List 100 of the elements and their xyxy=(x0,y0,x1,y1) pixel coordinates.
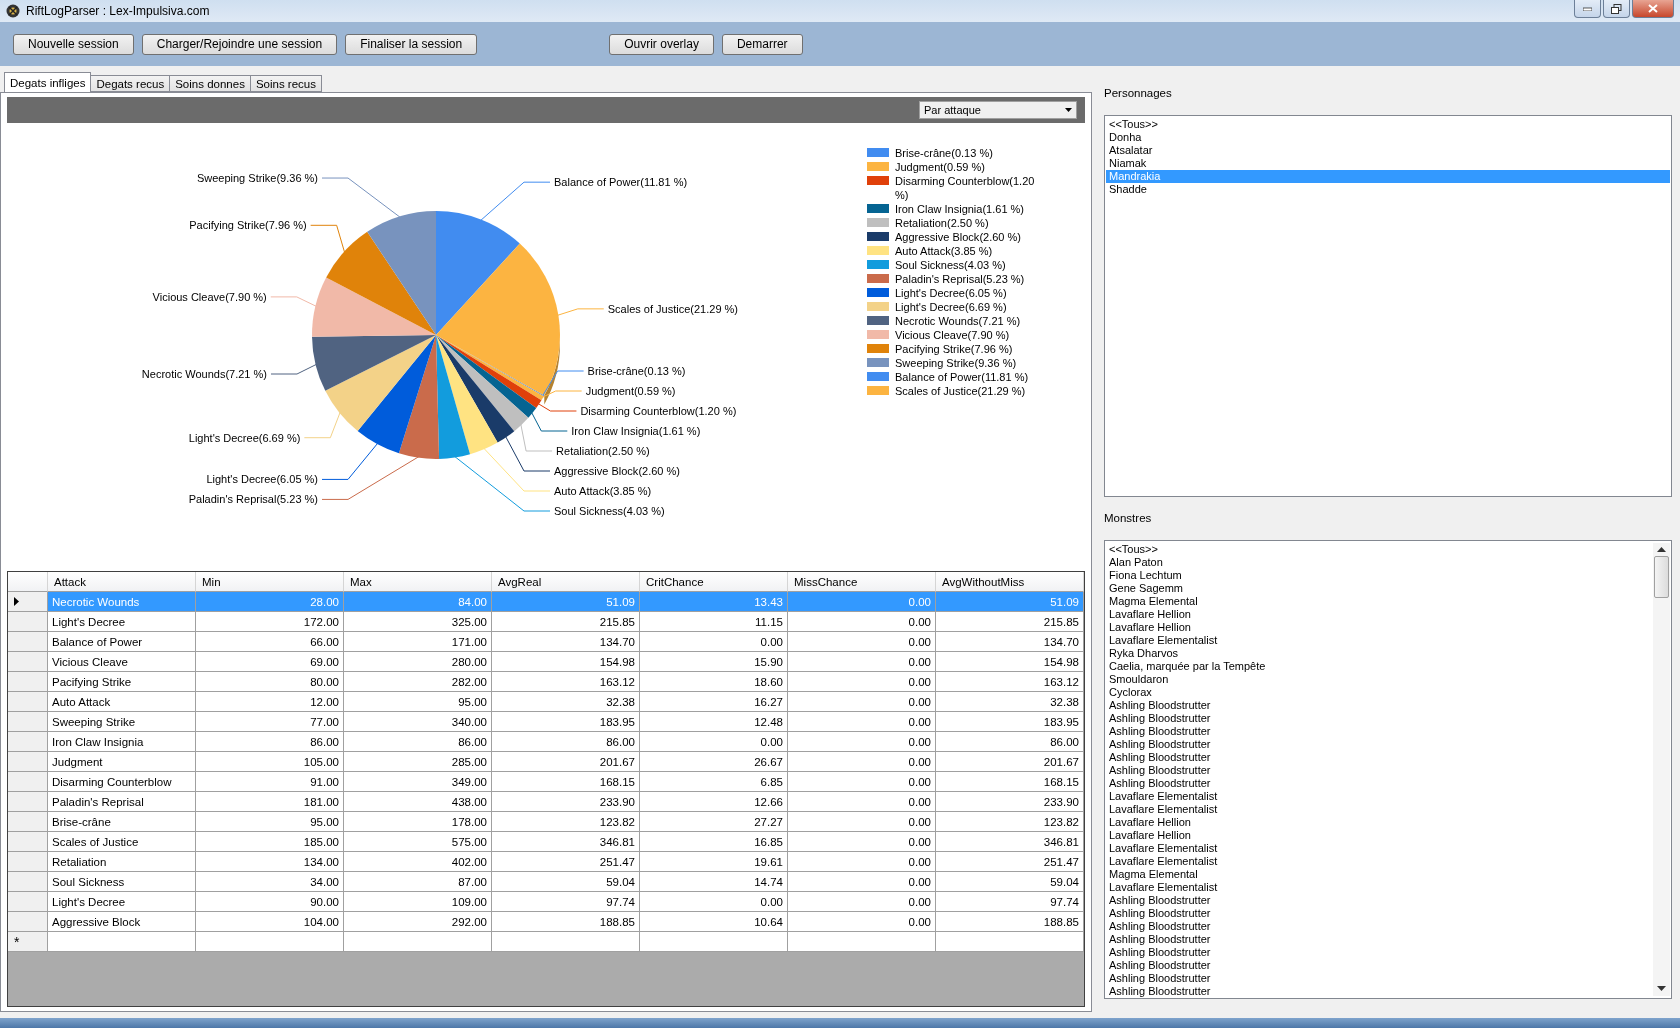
table-cell: 32.38 xyxy=(492,692,640,712)
table-cell: 84.00 xyxy=(344,592,492,612)
slice-label: Judgment(0.59 %) xyxy=(585,385,676,397)
table-cell: Aggressive Block xyxy=(48,912,196,932)
table-cell: 215.85 xyxy=(936,612,1084,632)
table-cell: 163.12 xyxy=(492,672,640,692)
table-cell: Judgment xyxy=(48,752,196,772)
table-cell: 134.70 xyxy=(492,632,640,652)
slice-label: Aggressive Block(2.60 %) xyxy=(554,465,680,477)
legend-label: Light's Decree(6.69 %) xyxy=(895,300,1008,314)
table-cell: 154.98 xyxy=(936,652,1084,672)
table-cell: 69.00 xyxy=(196,652,344,672)
table-cell: 340.00 xyxy=(344,712,492,732)
table-cell: 105.00 xyxy=(196,752,344,772)
table-cell: Scales of Justice xyxy=(48,832,196,852)
table-cell: 86.00 xyxy=(936,732,1084,752)
table-cell: 0.00 xyxy=(788,712,936,732)
table-cell: 32.38 xyxy=(936,692,1084,712)
table-cell: 0.00 xyxy=(788,912,936,932)
slice-label: Soul Sickness(4.03 %) xyxy=(554,505,665,517)
table-cell: 171.00 xyxy=(344,632,492,652)
table-cell: 13.43 xyxy=(640,592,788,612)
slice-label: Iron Claw Insignia(1.61 %) xyxy=(571,425,701,437)
table-cell: 104.00 xyxy=(196,912,344,932)
legend-label: Balance of Power(11.81 %) xyxy=(895,370,1030,384)
table-cell: 51.09 xyxy=(492,592,640,612)
legend-label: Light's Decree(6.05 %) xyxy=(895,286,1008,300)
table-cell: 26.67 xyxy=(640,752,788,772)
slice-label: Auto Attack(3.85 %) xyxy=(554,485,652,497)
table-cell: 123.82 xyxy=(936,812,1084,832)
table-cell: 0.00 xyxy=(640,632,788,652)
new-row-marker: * xyxy=(14,933,20,950)
table-cell: 163.12 xyxy=(936,672,1084,692)
table-cell: 0.00 xyxy=(788,832,936,852)
legend-label: Judgment(0.59 %) xyxy=(895,160,986,174)
table-cell: 27.27 xyxy=(640,812,788,832)
table-cell: 0.00 xyxy=(788,872,936,892)
table-cell: 59.04 xyxy=(492,872,640,892)
table-cell: 346.81 xyxy=(936,832,1084,852)
legend-label: Necrotic Wounds(7.21 %) xyxy=(895,314,1022,328)
table-cell: 438.00 xyxy=(344,792,492,812)
table-cell: Balance of Power xyxy=(48,632,196,652)
table-cell: 280.00 xyxy=(344,652,492,672)
table-cell: 349.00 xyxy=(344,772,492,792)
slice-label: Disarming Counterblow(1.20 %) xyxy=(580,405,737,417)
table-cell: 87.00 xyxy=(344,872,492,892)
table-cell: Necrotic Wounds xyxy=(48,592,196,612)
table-cell: Iron Claw Insignia xyxy=(48,732,196,752)
table-cell: 0.00 xyxy=(640,732,788,752)
group-title: Monstres xyxy=(1104,511,1153,526)
table-cell: Soul Sickness xyxy=(48,872,196,892)
slice-label: Light's Decree(6.69 %) xyxy=(188,431,301,444)
legend-label: Brise-crâne(0.13 %) xyxy=(895,146,994,160)
table-cell: Vicious Cleave xyxy=(48,652,196,672)
table-cell: Light's Decree xyxy=(48,612,196,632)
table-cell: 154.98 xyxy=(492,652,640,672)
table-cell: 95.00 xyxy=(196,812,344,832)
table-cell: 123.82 xyxy=(492,812,640,832)
table-cell: 51.09 xyxy=(936,592,1084,612)
table-cell: 0.00 xyxy=(788,812,936,832)
table-cell: 12.00 xyxy=(196,692,344,712)
table-cell: Auto Attack xyxy=(48,692,196,712)
table-cell: 292.00 xyxy=(344,912,492,932)
table-cell: 251.47 xyxy=(936,852,1084,872)
legend-label: Aggressive Block(2.60 %) xyxy=(895,230,1022,244)
table-cell: Brise-crâne xyxy=(48,812,196,832)
table-cell: 6.85 xyxy=(640,772,788,792)
table-cell: 201.67 xyxy=(492,752,640,772)
table-cell: Retaliation xyxy=(48,852,196,872)
table-cell: 86.00 xyxy=(344,732,492,752)
table-cell: 109.00 xyxy=(344,892,492,912)
legend-label: Disarming Counterblow(1.20 %) xyxy=(895,174,1036,202)
table-cell: 233.90 xyxy=(936,792,1084,812)
table-cell: 77.00 xyxy=(196,712,344,732)
table-cell: 346.81 xyxy=(492,832,640,852)
table-cell: 95.00 xyxy=(344,692,492,712)
table-cell: 0.00 xyxy=(788,792,936,812)
slice-label: Necrotic Wounds(7.21 %) xyxy=(141,368,267,380)
table-cell: 11.15 xyxy=(640,612,788,632)
table-cell: Sweeping Strike xyxy=(48,712,196,732)
legend-label: Vicious Cleave(7.90 %) xyxy=(895,328,1011,342)
table-cell: 233.90 xyxy=(492,792,640,812)
slice-label: Scales of Justice(21.29 %) xyxy=(607,302,739,315)
table-cell: 97.74 xyxy=(936,892,1084,912)
table-cell: 172.00 xyxy=(196,612,344,632)
table-cell: 0.00 xyxy=(788,772,936,792)
table-cell: 12.66 xyxy=(640,792,788,812)
table-cell: 0.00 xyxy=(788,752,936,772)
table-cell: 34.00 xyxy=(196,872,344,892)
window-title: RiftLogParser : Lex-Impulsiva.com xyxy=(26,4,211,18)
table-cell: 14.74 xyxy=(640,872,788,892)
table-cell: 91.00 xyxy=(196,772,344,792)
table-cell: 325.00 xyxy=(344,612,492,632)
table-cell: 80.00 xyxy=(196,672,344,692)
table-cell: 575.00 xyxy=(344,832,492,852)
legend-label: Scales of Justice(21.29 %) xyxy=(895,384,1027,398)
legend-label: Pacifying Strike(7.96 %) xyxy=(895,342,1014,356)
legend-label: Iron Claw Insignia(1.61 %) xyxy=(895,202,1025,216)
table-cell: 201.67 xyxy=(936,752,1084,772)
slice-label: Vicious Cleave(7.90 %) xyxy=(152,290,267,303)
